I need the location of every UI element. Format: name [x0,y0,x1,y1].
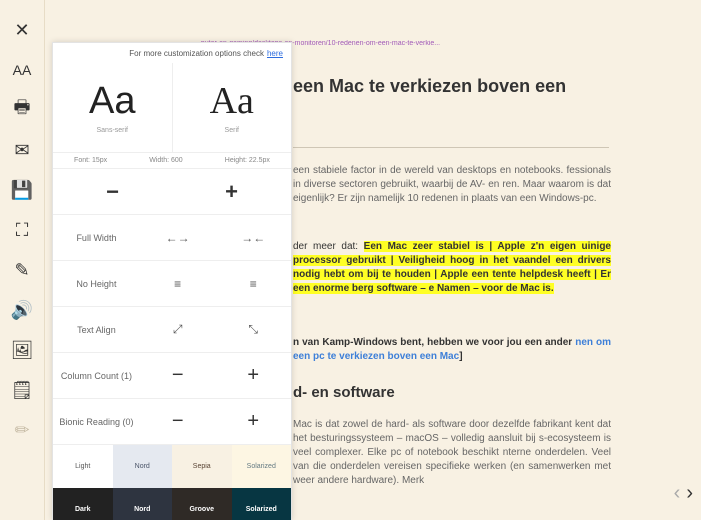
article-paragraph-2: der meer dat: Een Mac zeer stabiel is | … [293,240,611,296]
bionic-reading-row: Bionic Reading (0) − + [53,399,291,445]
paragraph-3-end: ] [459,351,463,362]
bionic-decrease-button[interactable]: − [140,410,216,433]
column-count-label: Column Count (1) [60,370,132,381]
print-icon[interactable]: 🖶 [0,90,45,130]
mail-icon[interactable]: ✉ [0,130,45,170]
column-count-row: Column Count (1) − + [53,353,291,399]
theme-solarized-light[interactable]: Solarized [231,445,291,488]
collapse-width-button[interactable]: →← [215,231,291,245]
font-metrics: Font: 15px Width: 600 Height: 22.5px [53,153,291,169]
theme-nord-dark[interactable]: Nord [112,488,172,520]
customization-link[interactable]: here [267,49,283,58]
title-divider [293,147,609,148]
expand-icon[interactable]: ⤢ [140,322,216,337]
article-paragraph-4: Mac is dat zowel de hard- als software d… [293,419,611,486]
image-icon[interactable]: 🖼 [0,330,45,370]
bionic-increase-button[interactable]: + [215,410,291,433]
align-justify-icon[interactable]: ≡ [215,277,291,291]
speaker-icon[interactable]: 🔊 [0,290,45,330]
text-align-row: Text Align ⤢ ⤡ [53,307,291,353]
theme-dark[interactable]: Dark [53,488,113,520]
theme-groove[interactable]: Groove [172,488,232,520]
bionic-reading-label: Bionic Reading (0) [59,416,134,427]
edit-icon[interactable]: ✎ [0,250,45,290]
fullscreen-icon[interactable]: ⛶ [0,210,45,250]
pencil-icon[interactable]: ✏ [0,410,45,450]
light-themes: Light Nord Sepia Solarized [53,445,291,488]
panel-header: For more customization options check her… [53,43,291,63]
line-height-readout: Height: 22.5px [224,157,270,164]
no-height-row: No Height ≡ ≡ [53,261,291,307]
no-height-label: No Height [76,278,117,289]
font-size-readout: Font: 15px [74,157,108,164]
decrease-font-button[interactable]: − [53,179,172,205]
text-align-label: Text Align [77,324,116,335]
close-icon[interactable]: ✕ [0,10,45,50]
font-option-serif[interactable]: Aa Serif [173,63,292,152]
font-name: Serif [224,127,239,134]
column-increase-button[interactable]: + [215,364,291,387]
theme-nord-light[interactable]: Nord [112,445,172,488]
paragraph-3-intro: n van Kamp-Windows bent, hebben we voor … [293,337,573,348]
chevron-right-icon[interactable]: › [686,482,693,505]
font-settings-panel: For more customization options check her… [52,42,292,520]
article-title: een Mac te verkiezen boven een [293,76,567,96]
font-sample: Aa [89,80,136,122]
font-option-sans-serif[interactable]: Aa Sans-serif [53,63,173,152]
chevron-left-icon[interactable]: ‹ [674,482,681,505]
panel-header-text: For more customization options check [129,48,264,58]
column-decrease-button[interactable]: − [140,364,216,387]
shrink-icon[interactable]: ⤡ [215,322,291,337]
increase-font-button[interactable]: + [172,179,291,205]
full-width-row: Full Width ←→ →← [53,215,291,261]
paragraph-2-intro: der meer dat: [293,241,364,252]
width-readout: Width: 600 [149,157,183,164]
font-name: Sans-serif [96,127,128,134]
expand-width-button[interactable]: ←→ [140,231,216,245]
theme-light[interactable]: Light [53,445,113,488]
font-family-picker: Aa Sans-serif Aa Serif [53,63,291,153]
font-sample: Aa [209,80,254,122]
save-icon[interactable]: 💾 [0,170,45,210]
theme-sepia[interactable]: Sepia [172,445,232,488]
reader-toolbar: ✕ AA 🖶 ✉ 💾 ⛶ ✎ 🔊 🖼 🗒 ✏ [0,0,45,520]
theme-solarized-dark[interactable]: Solarized [231,488,291,520]
align-left-icon[interactable]: ≡ [140,277,216,291]
full-width-label: Full Width [76,232,117,243]
article-paragraph-1: een stabiele factor in de wereld van des… [293,165,611,204]
dark-themes: Dark Nord Groove Solarized [53,488,291,520]
section-heading: d- en software [293,384,395,401]
font-size-row: − + [53,169,291,215]
article-paragraph-3: n van Kamp-Windows bent, hebben we voor … [293,336,611,364]
pager: ‹ › [674,482,693,505]
note-icon[interactable]: 🗒 [0,370,45,410]
font-size-icon[interactable]: AA [0,50,45,90]
